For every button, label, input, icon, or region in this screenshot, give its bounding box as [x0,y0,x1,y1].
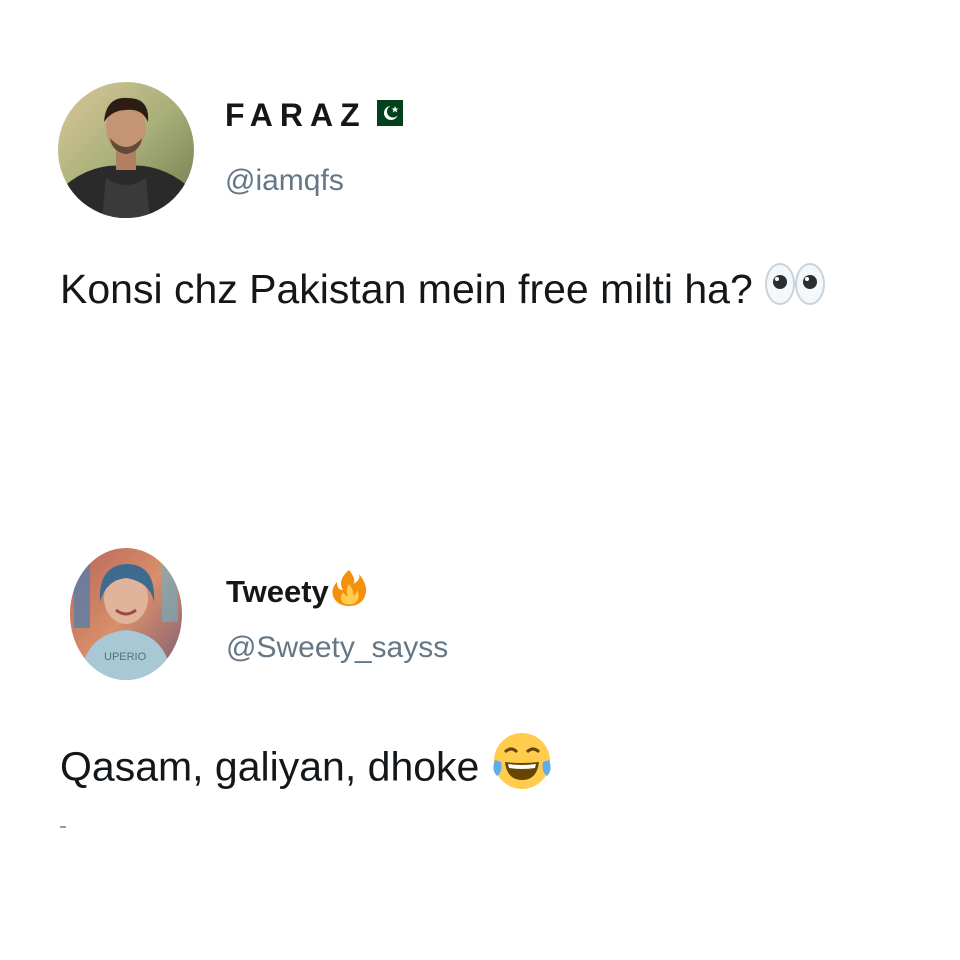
profile-photo-faraz [58,82,194,218]
user-handle[interactable]: @iamqfs [225,164,344,198]
display-name[interactable]: Tweety [226,568,369,616]
avatar[interactable]: UPERIO [70,548,182,680]
pakistan-flag-icon [370,97,403,134]
tweet-text: Qasam, galiyan, dhoke [60,730,900,809]
svg-text:UPERIO: UPERIO [104,651,147,663]
profile-photo-tweety: UPERIO [70,548,182,680]
stray-mark [60,826,66,828]
avatar[interactable] [58,82,194,218]
tears-of-joy-emoji-icon [491,730,553,809]
display-name[interactable]: FARAZ [225,97,403,134]
tweet-text: Konsi chz Pakistan mein free milti ha? [60,258,900,323]
tweet-card-2[interactable]: UPERIO Tweety @Sweety_sayss Qasam, galiy… [0,470,960,960]
display-name-text[interactable]: Tweety [226,574,329,610]
tweet-text-content: Qasam, galiyan, dhoke [60,743,480,790]
user-handle[interactable]: @Sweety_sayss [226,631,448,665]
tweet-text-content: Konsi chz Pakistan mein free milti ha? [60,266,753,312]
display-name-text[interactable]: FARAZ [225,97,367,134]
eyes-emoji-icon [764,261,826,323]
tweet-card-1[interactable]: FARAZ @iamqfs Konsi chz Pakistan mein fr… [0,0,960,470]
fire-emoji-icon [329,568,369,616]
